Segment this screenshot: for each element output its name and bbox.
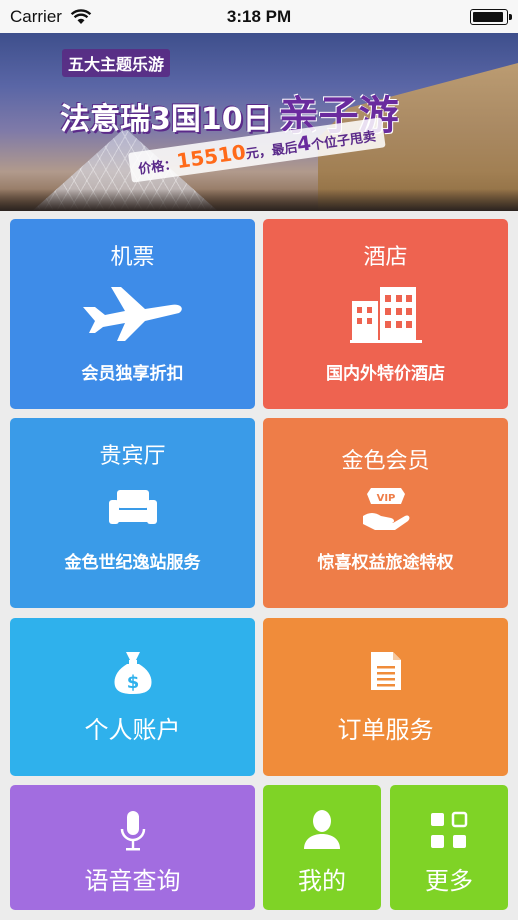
- vip-hand-icon: VIP: [362, 488, 409, 530]
- wifi-icon: [70, 8, 92, 24]
- gold-member-tile[interactable]: 金色会员 VIP 惊喜权益旅途特权: [263, 418, 508, 608]
- gold-member-subtitle: 惊喜权益旅途特权: [317, 553, 454, 573]
- svg-text:VIP: VIP: [376, 493, 395, 504]
- banner-tag: 五大主题乐游: [62, 49, 171, 77]
- lounge-tile[interactable]: 贵宾厅 金色世纪逸站服务: [10, 418, 255, 608]
- buildings-icon: [349, 287, 422, 343]
- money-bag-icon: $: [114, 652, 151, 694]
- banner-headline-text: 法意瑞3国10日: [60, 102, 273, 137]
- flights-tile[interactable]: 机票 会员独享折扣: [10, 219, 255, 409]
- mine-title: 我的: [298, 867, 346, 895]
- hotels-title: 酒店: [363, 245, 408, 270]
- airplane-icon: [82, 287, 182, 341]
- voice-search-tile[interactable]: 语音查询: [10, 785, 255, 910]
- user-icon: [304, 810, 340, 849]
- document-icon: [370, 652, 401, 690]
- hotels-tile[interactable]: 酒店 国内外特价酒店: [263, 219, 508, 409]
- sofa-icon: [108, 490, 157, 524]
- voice-search-title: 语音查询: [84, 867, 181, 895]
- flights-title: 机票: [110, 245, 155, 270]
- seats-value: 4: [295, 130, 313, 157]
- account-title: 个人账户: [84, 716, 181, 744]
- carrier-label: Carrier: [10, 6, 62, 26]
- account-tile[interactable]: $ 个人账户: [10, 618, 255, 776]
- microphone-icon: [120, 811, 145, 851]
- more-tile[interactable]: 更多: [390, 785, 508, 910]
- lounge-title: 贵宾厅: [99, 444, 166, 469]
- hotels-subtitle: 国内外特价酒店: [326, 364, 445, 384]
- grid-icon: [431, 811, 468, 848]
- flights-subtitle: 会员独享折扣: [81, 364, 184, 384]
- price-value: 15510: [174, 139, 248, 174]
- orders-title: 订单服务: [337, 716, 434, 744]
- lounge-subtitle: 金色世纪逸站服务: [64, 553, 201, 573]
- battery-icon: [470, 8, 512, 25]
- status-bar: Carrier 3:18 PM: [0, 0, 518, 33]
- svg-text:$: $: [126, 672, 139, 693]
- orders-tile[interactable]: 订单服务: [263, 618, 508, 776]
- gold-member-title: 金色会员: [341, 449, 430, 474]
- promo-banner[interactable]: 五大主题乐游 法意瑞3国10日 亲子游 价格：15510元，最后4个位子甩卖: [0, 33, 518, 211]
- mine-tile[interactable]: 我的: [263, 785, 381, 910]
- more-title: 更多: [425, 867, 473, 895]
